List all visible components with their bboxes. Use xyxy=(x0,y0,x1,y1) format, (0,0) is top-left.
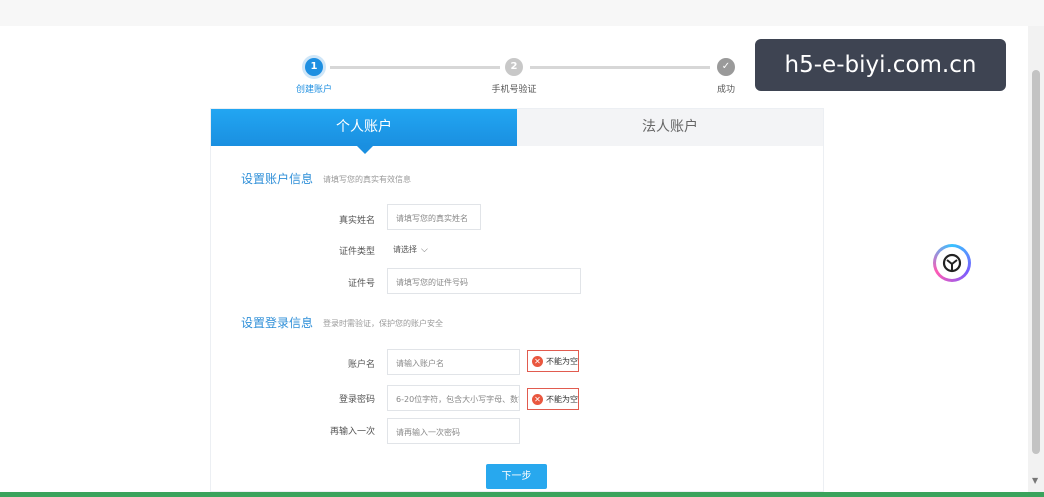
registration-form-card: 个人账户 法人账户 设置账户信息 请填写您的真实有效信息 真实姓名 请填写您的真… xyxy=(210,108,824,492)
step-label: 手机号验证 xyxy=(491,85,537,95)
tab-company-account[interactable]: 法人账户 xyxy=(517,109,823,146)
step-phone-verification: 2 手机号验证 xyxy=(454,58,574,95)
watermark-banner: h5-e-biyi.com.cn xyxy=(755,39,1006,91)
password-input[interactable]: 6-20位字符，包含大小写字母、数字 xyxy=(387,385,520,411)
step-number-badge: 2 xyxy=(505,58,523,76)
login-info-section-title: 设置登录信息 xyxy=(241,316,314,330)
check-icon: ✓ xyxy=(717,58,735,76)
confirm-password-input[interactable]: 请再输入一次密码 xyxy=(387,418,520,444)
floating-assistant-icon[interactable] xyxy=(933,244,971,282)
active-tab-caret-icon xyxy=(357,146,373,154)
account-name-error: ✕ 不能为空 xyxy=(527,350,579,372)
tab-label: 个人账户 xyxy=(336,119,392,135)
next-step-button[interactable]: 下一步 xyxy=(486,464,547,489)
password-label: 登录密码 xyxy=(338,395,375,405)
confirm-password-label: 再输入一次 xyxy=(329,427,375,437)
error-text: 不能为空 xyxy=(546,395,578,404)
login-info-note: 登录时需验证，保护您的账户安全 xyxy=(323,319,443,328)
account-name-input[interactable]: 请输入账户名 xyxy=(387,349,520,375)
browser-top-area xyxy=(0,0,1044,26)
scrollbar-thumb[interactable] xyxy=(1032,70,1040,454)
tab-personal-account[interactable]: 个人账户 xyxy=(211,109,517,154)
error-icon: ✕ xyxy=(532,356,543,367)
id-type-label: 证件类型 xyxy=(338,247,375,257)
id-type-select[interactable]: 请选择 ⌵ xyxy=(387,238,437,260)
step-number-badge: 1 xyxy=(305,58,323,76)
id-number-input[interactable]: 请填写您的证件号码 xyxy=(387,268,581,294)
vertical-scrollbar[interactable]: ▼ xyxy=(1028,26,1044,492)
account-type-tabs: 个人账户 法人账户 xyxy=(211,109,825,154)
real-name-input[interactable]: 请填写您的真实姓名 xyxy=(387,204,481,230)
step-create-account: 1 创建账户 xyxy=(254,58,374,95)
error-icon: ✕ xyxy=(532,394,543,405)
account-name-label: 账户名 xyxy=(347,360,375,370)
step-label: 创建账户 xyxy=(295,85,332,95)
account-info-note: 请填写您的真实有效信息 xyxy=(323,175,411,184)
account-info-section-title: 设置账户信息 xyxy=(241,172,314,186)
chevron-down-icon: ⌵ xyxy=(421,245,428,255)
taskbar-strip xyxy=(0,492,1044,497)
id-type-value: 请选择 xyxy=(393,245,417,254)
real-name-label: 真实姓名 xyxy=(338,216,375,226)
tab-label: 法人账户 xyxy=(642,119,698,135)
error-text: 不能为空 xyxy=(546,357,578,366)
password-error: ✕ 不能为空 xyxy=(527,388,579,410)
scroll-down-arrow-icon[interactable]: ▼ xyxy=(1032,476,1038,485)
assistant-logo-icon xyxy=(942,253,962,273)
id-number-label: 证件号 xyxy=(347,279,375,289)
